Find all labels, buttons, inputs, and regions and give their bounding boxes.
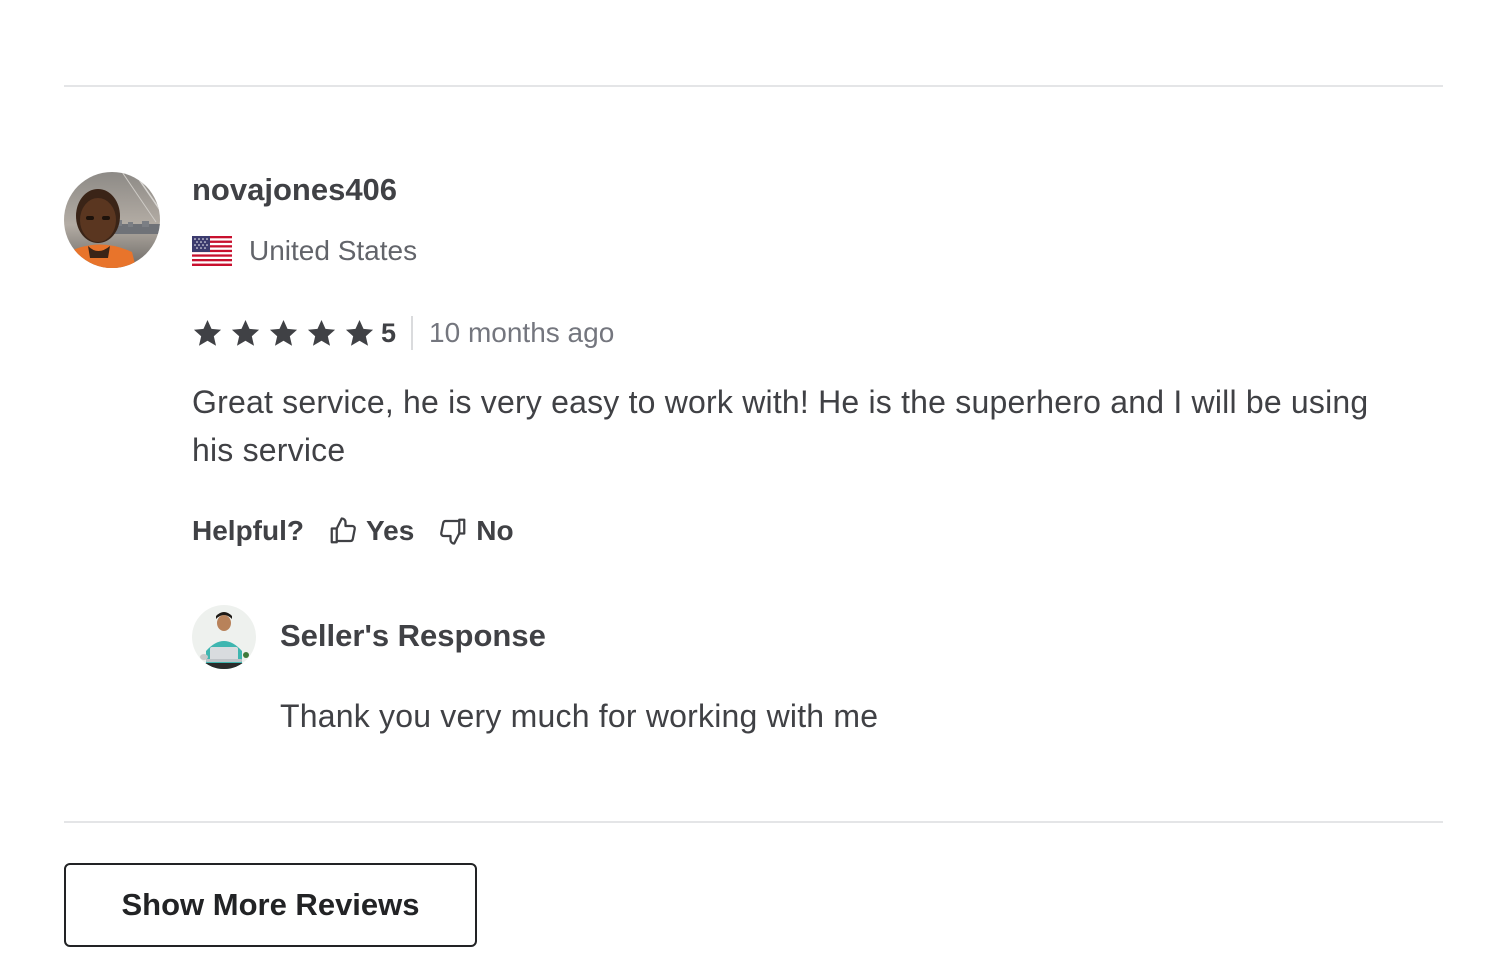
thumbs-up-icon	[330, 517, 356, 544]
bottom-divider	[64, 821, 1443, 823]
seller-response-title: Seller's Response	[280, 618, 546, 653]
reviewer-avatar[interactable]	[64, 172, 160, 268]
star-icon	[231, 319, 260, 346]
helpful-no-button[interactable]: No	[438, 515, 514, 547]
rating-value: 5	[381, 317, 397, 348]
seller-avatar[interactable]	[192, 605, 256, 669]
helpful-row: Helpful? Yes No	[192, 511, 514, 551]
helpful-no-label: No	[476, 515, 514, 546]
reviewer-username[interactable]: novajones406	[192, 170, 397, 210]
helpful-yes-label: Yes	[366, 515, 415, 546]
reviewer-country: United States	[192, 232, 417, 270]
rating-separator	[411, 316, 414, 350]
seller-avatar-photo	[192, 605, 256, 669]
show-more-reviews-button[interactable]: Show More Reviews	[64, 863, 477, 947]
review-text: Great service, he is very easy to work w…	[192, 384, 1369, 468]
star-icon	[193, 319, 222, 346]
helpful-label: Helpful?	[192, 515, 304, 546]
helpful-yes-button[interactable]: Yes	[328, 515, 414, 547]
country-name: United States	[249, 235, 418, 266]
reviews-section: novajones406 United States 5 10 months a…	[0, 0, 1488, 955]
rating-row: 5 10 months ago	[192, 312, 614, 354]
star-icon	[307, 319, 336, 346]
star-icon	[269, 319, 298, 346]
us-flag-icon	[192, 236, 232, 266]
seller-response-text: Thank you very much for working with me	[280, 698, 879, 734]
star-rating	[192, 318, 382, 349]
star-icon	[345, 319, 374, 346]
thumbs-down-icon	[440, 518, 466, 545]
reviewer-avatar-photo	[64, 172, 160, 268]
top-divider	[64, 85, 1443, 87]
review-date: 10 months ago	[429, 317, 615, 348]
